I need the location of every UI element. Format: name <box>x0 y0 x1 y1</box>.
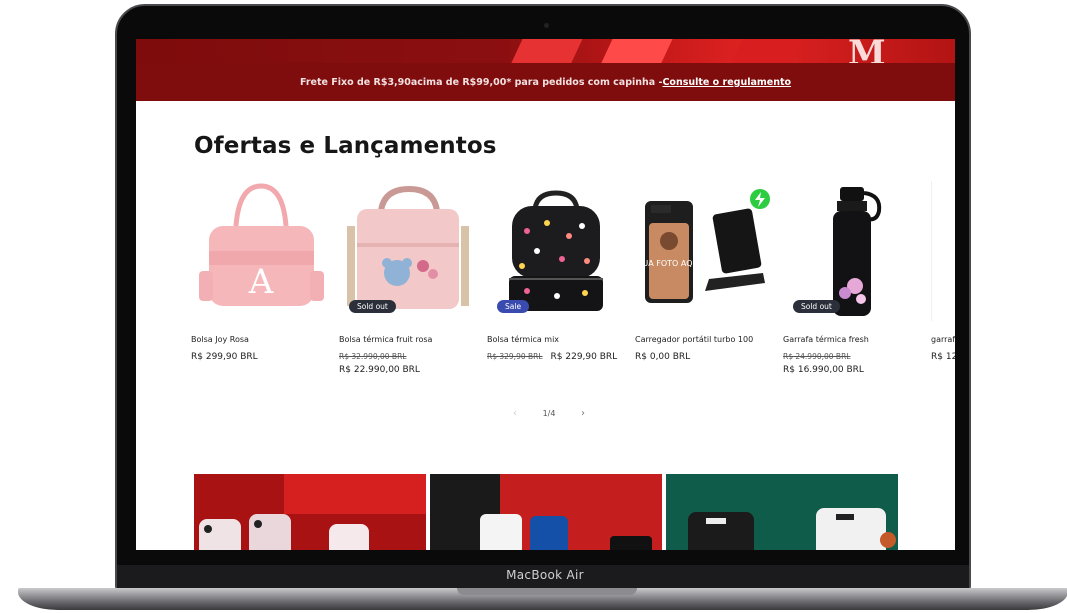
status-badge: Sold out <box>349 300 396 313</box>
product-card[interactable]: Sale Bolsa térmica mix R$ 329,90 BRL R$ 2… <box>487 181 625 362</box>
svg-text:A: A <box>248 262 274 302</box>
product-card[interactable]: Sold out Garrafa térmica fresh R$ 24.990… <box>783 181 921 375</box>
screen: M Frete Fixo de R$3,90acima de R$99,00* … <box>136 39 955 550</box>
product-name[interactable]: Bolsa Joy Rosa <box>191 335 329 346</box>
hero-shape <box>596 39 676 63</box>
pink-bag-image: A <box>199 183 324 306</box>
current-price: R$ 22.990,00 BRL <box>339 365 420 375</box>
product-price: R$ 12 <box>931 352 955 362</box>
base-notch <box>457 588 637 595</box>
hero-banner[interactable]: M <box>136 39 955 63</box>
bottles-image <box>430 474 662 550</box>
current-price: R$ 229,90 BRL <box>550 352 618 362</box>
announcement-link[interactable]: Consulte o regulamento <box>662 77 791 88</box>
product-price: R$ 299,90 BRL <box>191 352 329 362</box>
section-title: Ofertas e Lançamentos <box>194 133 497 159</box>
hero-shape <box>726 39 806 63</box>
announcement-bar: Frete Fixo de R$3,90acima de R$99,00* pa… <box>136 63 955 101</box>
announcement-text: Frete Fixo de R$3,90acima de R$99,00* pa… <box>299 76 663 88</box>
next-arrow-icon[interactable]: › <box>577 408 589 419</box>
product-name[interactable]: Bolsa térmica mix <box>487 335 625 346</box>
product-name[interactable]: Carregador portátil turbo 100 <box>635 335 773 346</box>
old-price: R$ 24.990,00 BRL <box>783 352 851 361</box>
product-card[interactable]: A Bolsa Joy Rosa R$ 299,90 BRL <box>191 181 329 362</box>
product-name[interactable]: garrafa <box>931 335 955 346</box>
current-price: R$ 12 <box>931 352 955 362</box>
power-banks-image <box>666 474 898 550</box>
pager-counter: 1/4 <box>542 408 556 418</box>
product-image[interactable]: SUA FOTO AQUI <box>635 181 773 321</box>
banner-bottles[interactable] <box>430 474 662 550</box>
product-image[interactable]: A <box>191 181 329 321</box>
product-image[interactable] <box>931 181 955 321</box>
status-badge: Sold out <box>793 300 840 313</box>
collection-banners <box>194 474 898 550</box>
hero-letter: M <box>848 39 886 63</box>
product-card[interactable]: Sold out Bolsa térmica fruit rosa R$ 32.… <box>339 181 477 375</box>
power-bank-image: SUA FOTO AQUI <box>637 189 770 303</box>
product-name[interactable]: Bolsa térmica fruit rosa <box>339 335 477 346</box>
product-image[interactable]: Sold out <box>783 181 921 321</box>
product-card[interactable]: SUA FOTO AQUI Carregador portátil turbo … <box>635 181 773 362</box>
product-image[interactable]: Sold out <box>339 181 477 321</box>
current-price: R$ 16.990,00 BRL <box>783 365 864 375</box>
product-card[interactable]: garrafa R$ 12 <box>931 181 955 362</box>
phone-cases-image <box>194 474 426 550</box>
camera-icon <box>544 23 549 28</box>
phone-photo-text: SUA FOTO AQUI <box>637 259 700 268</box>
product-image[interactable]: Sale <box>487 181 625 321</box>
sale-badge: Sale <box>497 300 530 313</box>
prev-arrow-icon[interactable]: ‹ <box>509 408 521 419</box>
product-price: R$ 329,90 BRL R$ 229,90 BRL <box>487 352 625 362</box>
product-price: R$ 32.990,00 BRL <box>339 352 477 362</box>
laptop-base <box>18 588 1067 610</box>
hero-shape <box>506 39 586 63</box>
product-price: R$ 24.990,00 BRL <box>783 352 921 362</box>
product-name[interactable]: Garrafa térmica fresh <box>783 335 921 346</box>
product-price: R$ 0,00 BRL <box>635 352 773 362</box>
device-brand-label: MacBook Air <box>506 568 584 582</box>
current-price: R$ 299,90 BRL <box>191 352 258 362</box>
carousel-pager: ‹ 1/4 › <box>509 406 589 420</box>
banner-cases[interactable] <box>194 474 426 550</box>
current-price: R$ 0,00 BRL <box>635 352 691 362</box>
banner-powerbanks[interactable] <box>666 474 898 550</box>
product-carousel: A Bolsa Joy Rosa R$ 299,90 BRL Sold out … <box>191 181 955 381</box>
old-price: R$ 329,90 BRL <box>487 352 543 361</box>
old-price: R$ 32.990,00 BRL <box>339 352 407 361</box>
